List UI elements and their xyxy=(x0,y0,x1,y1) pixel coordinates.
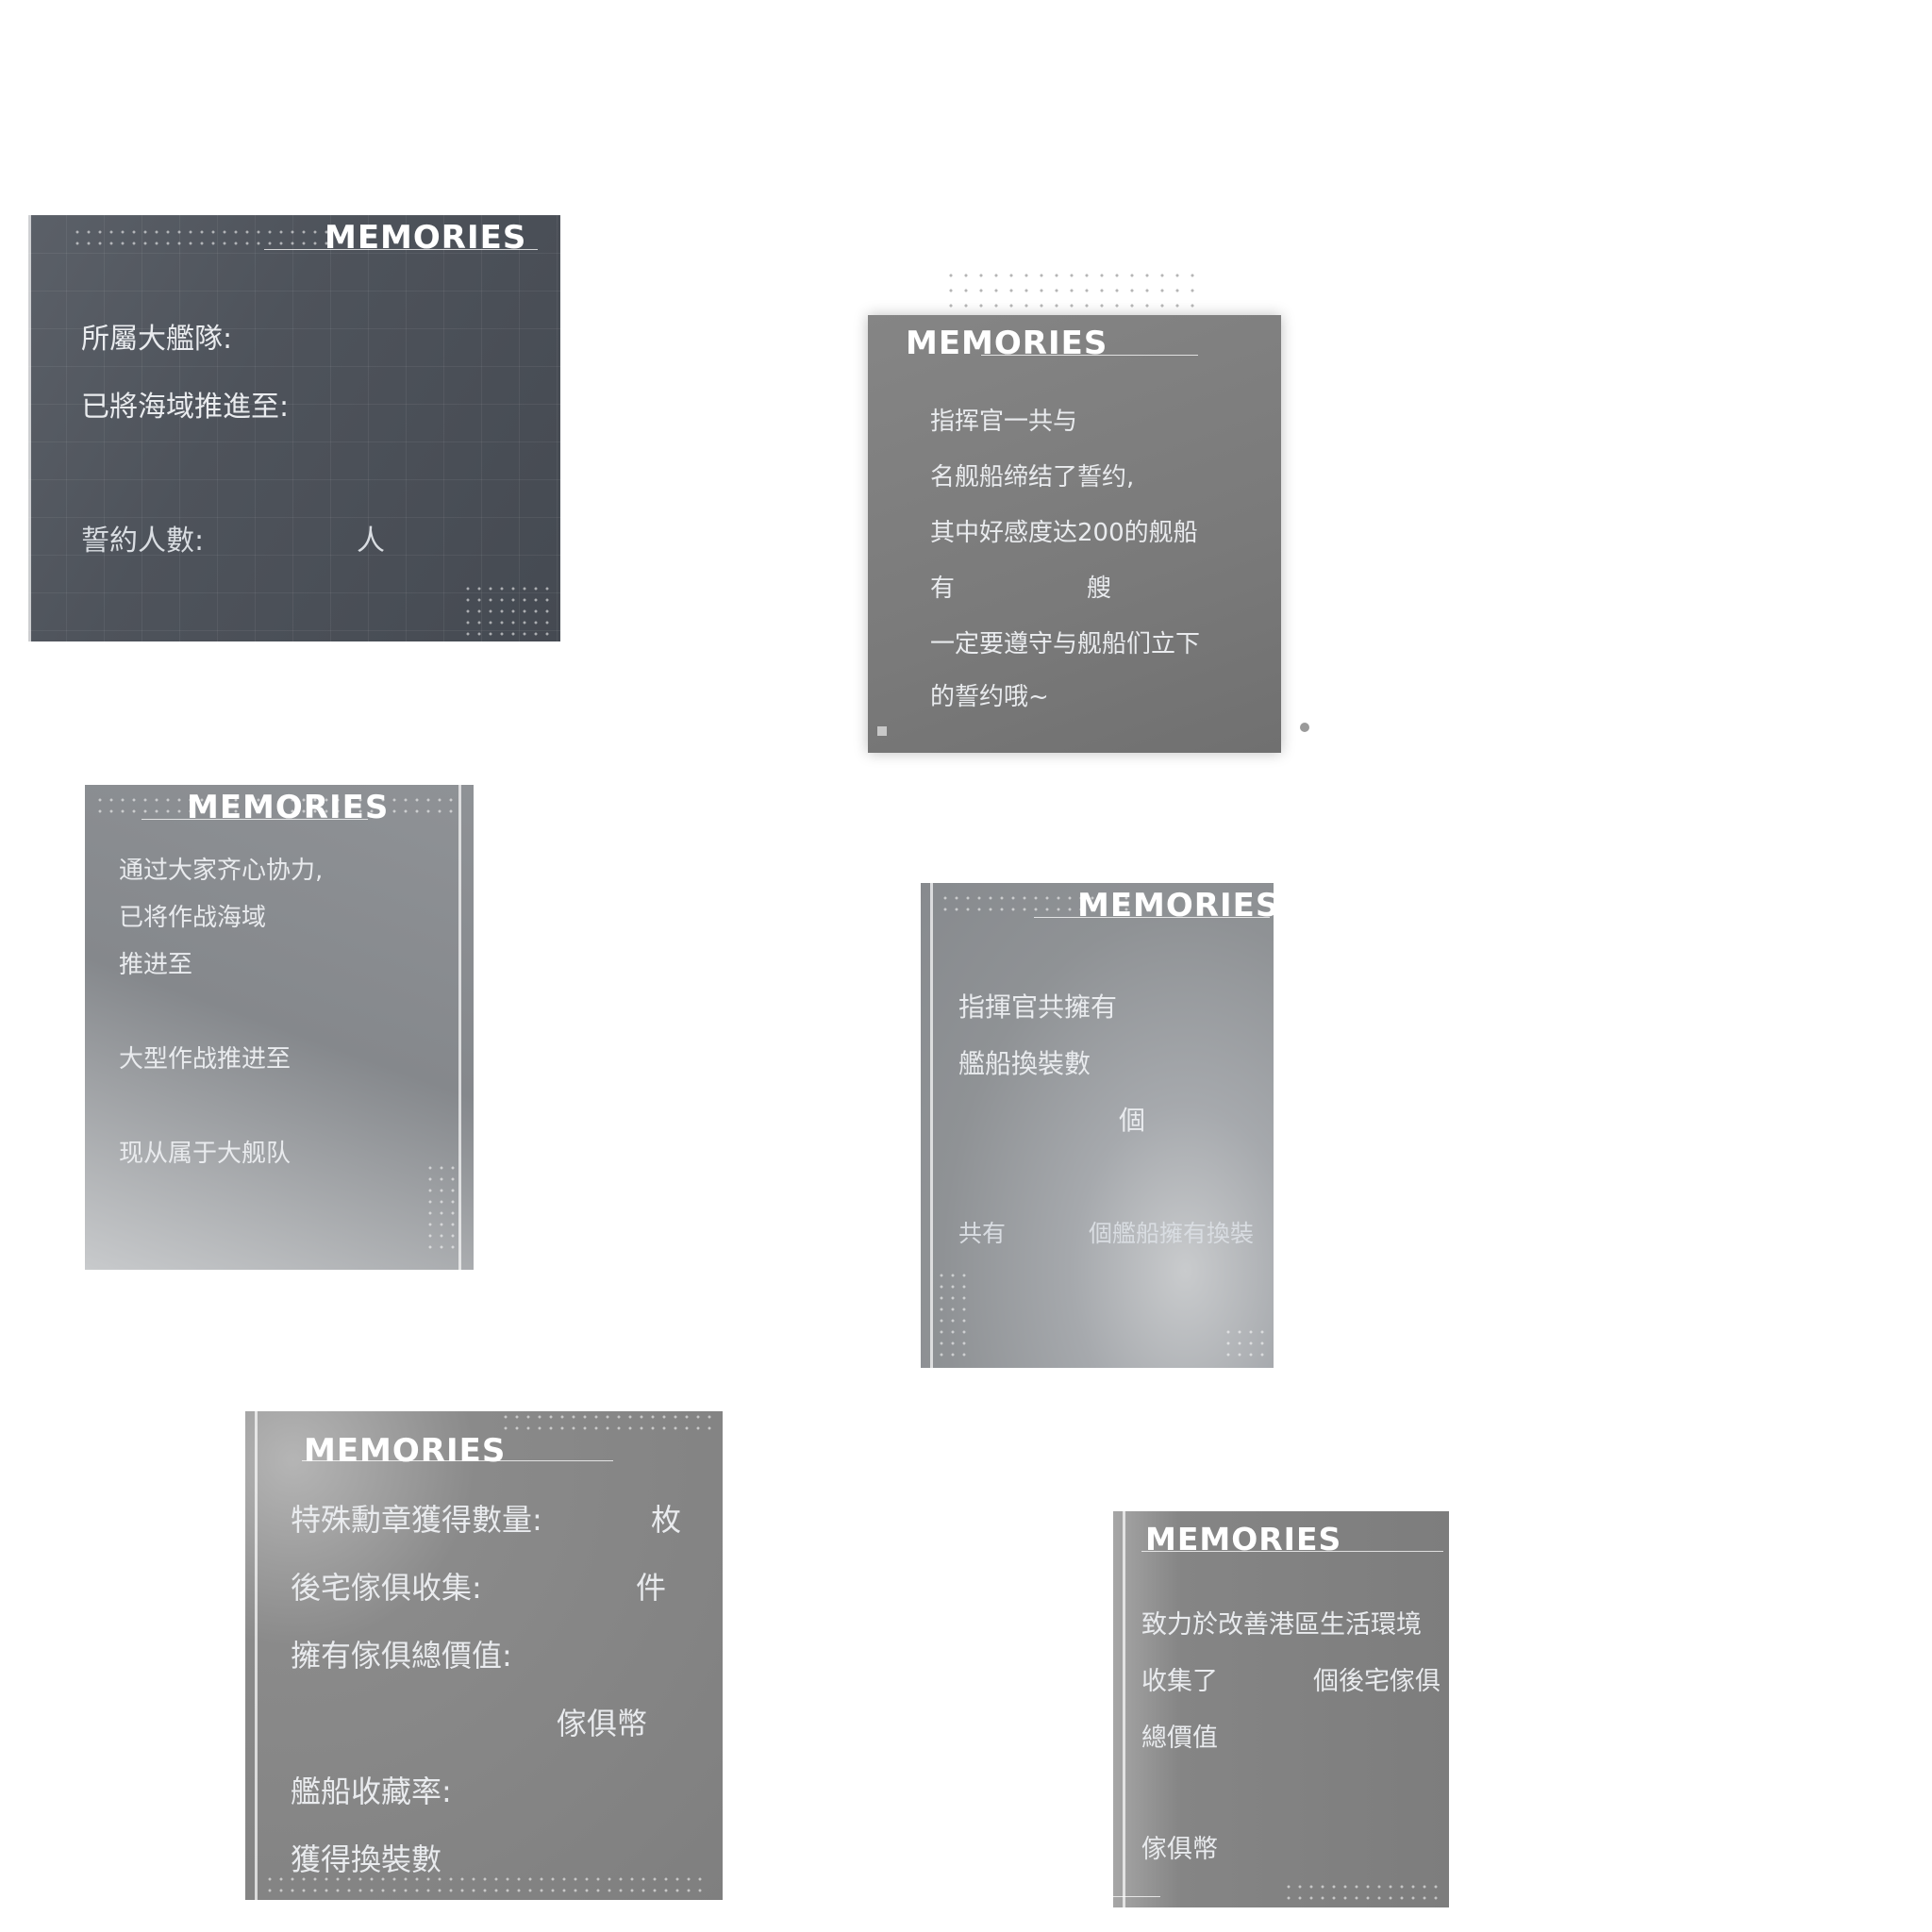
dot-pattern-decoration xyxy=(72,226,336,249)
memories-card-dorm: MEMORIES 致力於改善港區生活環境 收集了 個後宅傢俱 總價值 傢俱幣 xyxy=(1113,1511,1449,1907)
oath-count-label: 誓約人數: xyxy=(81,525,205,558)
dorm-line-3: 總價值 xyxy=(1141,1724,1218,1753)
card-edge-line xyxy=(458,785,461,1270)
memories-card-oath: MEMORIES 指挥官一共与 名舰船缔结了誓约, 其中好感度达200的舰船 有… xyxy=(868,315,1281,753)
furniture-value-label: 擁有傢俱總價值: xyxy=(291,1638,512,1674)
furniture-unit: 件 xyxy=(636,1570,667,1606)
skins-line-3: 共有 xyxy=(958,1220,1007,1247)
furniture-value-unit: 傢俱幣 xyxy=(557,1706,648,1741)
dot-pattern-decoration xyxy=(936,1270,974,1364)
oath-line-4: 有 xyxy=(930,575,956,603)
skins-line-2: 艦船換裝數 xyxy=(958,1048,1091,1079)
dot-pattern-decoration xyxy=(462,583,557,640)
dot-pattern-decoration xyxy=(943,268,1198,313)
card-title: MEMORIES xyxy=(325,219,527,257)
skins-obtained-label: 獲得換裝數 xyxy=(291,1841,442,1877)
dorm-line-2-unit: 個後宅傢俱 xyxy=(1313,1667,1441,1696)
fleet-label: 所屬大艦隊: xyxy=(81,323,233,356)
collection-rate-label: 艦船收藏率: xyxy=(291,1774,452,1809)
card-title: MEMORIES xyxy=(1077,887,1274,924)
furniture-label: 後宅傢俱收集: xyxy=(291,1570,482,1606)
skins-line-2-unit: 個 xyxy=(1119,1105,1146,1136)
card-title: MEMORIES xyxy=(304,1432,507,1470)
oath-line-6: 的誓约哦~ xyxy=(930,683,1049,711)
memories-card-campaign: MEMORIES 通过大家齐心协力, 已将作战海域 推进至 大型作战推进至 现从… xyxy=(85,785,474,1270)
campaign-line-4: 大型作战推进至 xyxy=(119,1045,291,1074)
oath-count-unit: 人 xyxy=(357,525,385,558)
card-edge-line xyxy=(1123,1511,1125,1907)
campaign-line-3: 推进至 xyxy=(119,951,193,979)
card-edge-line xyxy=(930,883,933,1368)
dorm-line-1: 致力於改善港區生活環境 xyxy=(1141,1610,1422,1640)
dot-pattern-decoration xyxy=(1283,1881,1443,1900)
dot-pattern-decoration xyxy=(500,1411,717,1430)
oath-line-5: 一定要遵守与舰船们立下 xyxy=(930,630,1201,658)
campaign-line-1: 通过大家齐心协力, xyxy=(119,857,324,885)
skins-line-1: 指揮官共擁有 xyxy=(958,991,1118,1023)
corner-square-decoration xyxy=(877,726,887,736)
memories-card-collection: MEMORIES 特殊勳章獲得數量: 枚 後宅傢俱收集: 件 擁有傢俱總價值: … xyxy=(245,1411,723,1900)
memories-card-fleet: MEMORIES 所屬大艦隊: 已將海域推進至: 誓約人數: 人 xyxy=(28,215,560,641)
card-grid-overlay xyxy=(28,215,560,641)
campaign-line-2: 已将作战海域 xyxy=(119,904,267,932)
oath-line-4-unit: 艘 xyxy=(1087,575,1112,603)
memories-card-skins: MEMORIES 指揮官共擁有 艦船換裝數 個 共有 個艦船擁有換裝 xyxy=(921,883,1274,1368)
corner-dot-decoration xyxy=(1300,723,1309,732)
card-title: MEMORIES xyxy=(906,325,1108,362)
dorm-line-2: 收集了 xyxy=(1141,1667,1218,1696)
skins-line-3-unit: 個艦船擁有換裝 xyxy=(1089,1220,1255,1247)
oath-line-3: 其中好感度达200的舰船 xyxy=(930,519,1198,547)
oath-line-2: 名舰船缔结了誓约, xyxy=(930,463,1135,491)
card-title: MEMORIES xyxy=(1145,1521,1342,1557)
bottom-corner-line xyxy=(1113,1896,1160,1897)
dot-pattern-decoration xyxy=(425,1162,458,1257)
oath-line-1: 指挥官一共与 xyxy=(930,408,1078,436)
card-title: MEMORIES xyxy=(187,789,390,826)
dorm-line-4: 傢俱幣 xyxy=(1141,1835,1218,1864)
sea-area-label: 已將海域推進至: xyxy=(81,391,290,424)
campaign-line-5: 现从属于大舰队 xyxy=(119,1140,291,1168)
medals-label: 特殊勳章獲得數量: xyxy=(291,1502,542,1538)
card-edge-line xyxy=(255,1411,258,1900)
medals-unit: 枚 xyxy=(651,1502,682,1538)
dot-pattern-decoration xyxy=(1223,1326,1268,1360)
card-edge-line xyxy=(28,215,31,641)
